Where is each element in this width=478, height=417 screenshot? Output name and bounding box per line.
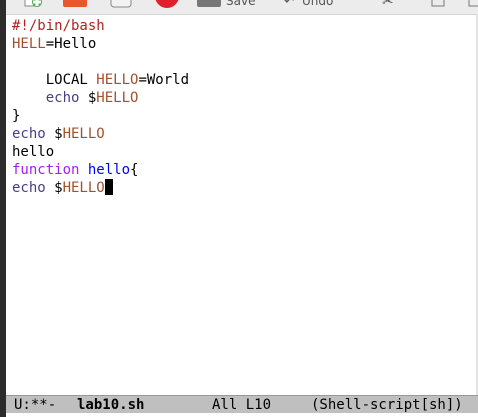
window-edge — [0, 0, 6, 417]
cut-icon[interactable]: ✂ — [382, 0, 394, 10]
code-line[interactable]: echo $HELLO — [12, 89, 478, 107]
mode-line: U:**- lab10.sh All L10 (Shell-script[sh]… — [6, 395, 478, 414]
code-line[interactable]: echo $HELLO — [12, 125, 478, 143]
code-token: $ — [45, 180, 63, 196]
buffer-position: All L10 — [212, 397, 272, 413]
minibuffer[interactable] — [6, 413, 478, 417]
code-token: HELLO — [62, 126, 105, 142]
code-line[interactable]: function hello{ — [12, 161, 478, 179]
save-button-label[interactable]: Save — [226, 0, 255, 8]
code-token: echo — [12, 180, 46, 196]
code-token: HELLO — [96, 72, 139, 88]
major-mode[interactable]: (Shell-script[sh]) — [311, 396, 463, 414]
emacs-window: Save ↶ Undo ✂ #!/bin/bash HELL=Hello LOCA… — [0, 0, 478, 417]
code-line[interactable]: HELL=Hello — [12, 35, 478, 53]
code-token: $ — [45, 126, 63, 142]
code-line[interactable]: hello — [12, 143, 478, 161]
save-icon[interactable] — [196, 0, 222, 8]
buffer-name[interactable]: lab10.sh — [77, 396, 144, 414]
buffer-status: U:**- — [14, 397, 57, 413]
close-buffer-icon[interactable] — [154, 0, 180, 8]
code-token: $ — [79, 90, 97, 106]
code-line[interactable]: } — [12, 107, 478, 125]
code-token: hello — [87, 162, 131, 178]
code-token: HELLO — [96, 90, 139, 106]
code-token: } — [12, 108, 21, 124]
code-token: function — [12, 162, 80, 178]
undo-arrow-icon[interactable]: ↶ — [284, 0, 294, 8]
text-cursor — [104, 179, 113, 195]
code-token: =World — [138, 72, 190, 88]
code-token: LOCAL — [12, 72, 97, 88]
code-token: =Hello — [45, 36, 97, 52]
code-token: { — [130, 162, 139, 178]
code-token: HELL — [12, 36, 46, 52]
toolbar: Save ↶ Undo ✂ — [6, 0, 478, 15]
undo-button-label[interactable]: Undo — [302, 0, 333, 8]
code-token: echo — [45, 90, 80, 106]
code-line[interactable] — [12, 53, 478, 71]
code-line[interactable]: #!/bin/bash — [12, 17, 478, 35]
code-token: #!/bin/bash — [12, 18, 105, 34]
paste-icon[interactable] — [468, 0, 478, 8]
editor-buffer[interactable]: #!/bin/bash HELL=Hello LOCAL HELLO=World … — [12, 17, 478, 197]
copy-icon[interactable] — [430, 0, 448, 8]
code-token: echo — [12, 126, 46, 142]
open-folder-icon[interactable] — [62, 0, 88, 8]
code-line[interactable]: echo $HELLO — [12, 179, 478, 197]
code-token: hello — [12, 144, 55, 160]
code-line[interactable]: LOCAL HELLO=World — [12, 71, 478, 89]
new-file-icon[interactable] — [22, 0, 42, 8]
dired-icon[interactable] — [110, 0, 132, 8]
code-token: HELLO — [62, 180, 105, 196]
